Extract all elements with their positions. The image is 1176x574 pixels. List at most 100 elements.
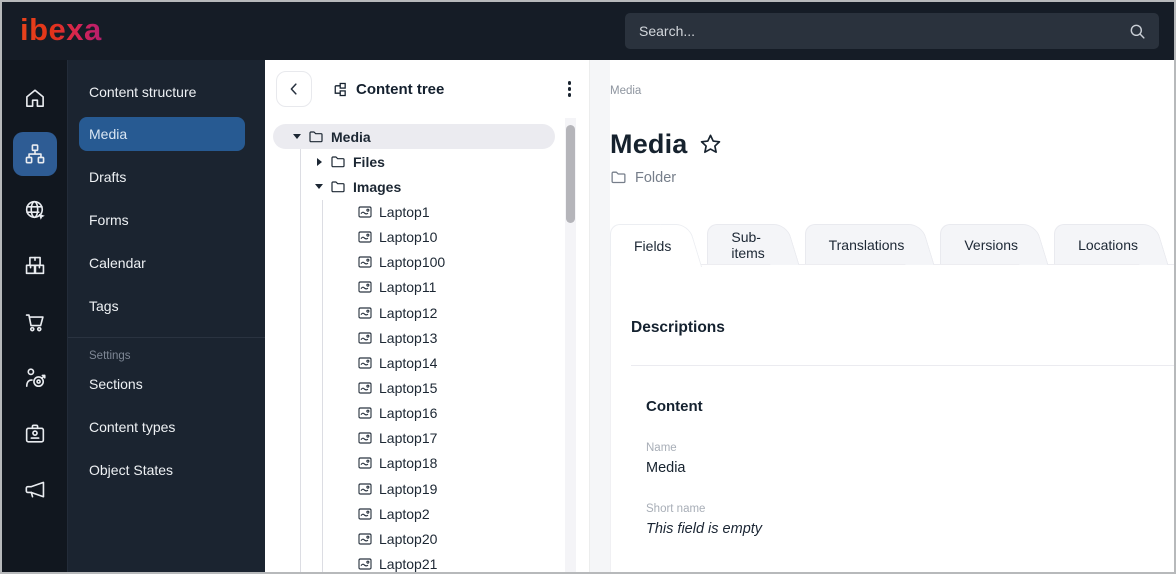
tree-item-image[interactable]: Laptop19: [273, 476, 555, 501]
tree-scrollbar-track[interactable]: [565, 118, 576, 572]
image-icon: [357, 481, 373, 497]
home-icon[interactable]: [13, 76, 57, 120]
field-value: Media: [646, 460, 686, 476]
search-input[interactable]: [639, 23, 1128, 39]
tree-item-image[interactable]: Laptop100: [273, 250, 555, 275]
tree-item-image[interactable]: Laptop12: [273, 300, 555, 325]
content-type-row: Folder: [610, 169, 1174, 186]
sidebar-item-sections[interactable]: Sections: [68, 366, 265, 401]
sidebar-item-media[interactable]: Media: [79, 117, 245, 151]
tree-item-image[interactable]: Laptop17: [273, 426, 555, 451]
chevron-left-icon: [290, 83, 297, 95]
sidebar-item-content-structure[interactable]: Content structure: [68, 74, 265, 109]
image-icon: [357, 279, 373, 295]
image-icon: [357, 506, 373, 522]
breadcrumb[interactable]: Media: [610, 60, 1174, 97]
content-tree: Media Files Images Laptop1 Laptop10 Lapt…: [265, 118, 589, 572]
field-short-name: Short name This field is empty: [646, 503, 1154, 537]
image-icon: [357, 380, 373, 396]
content-type-label: Folder: [635, 169, 677, 186]
caret-down-icon[interactable]: [314, 184, 324, 190]
sidebar-item-content-types[interactable]: Content types: [68, 409, 265, 444]
tree-item-image[interactable]: Laptop13: [273, 325, 555, 350]
caret-right-icon[interactable]: [314, 157, 324, 166]
tree-item-files[interactable]: Files: [273, 149, 555, 174]
field-value-empty: This field is empty: [646, 521, 763, 537]
image-icon: [357, 455, 373, 471]
image-icon: [357, 556, 373, 572]
tree-item-media[interactable]: Media: [273, 124, 555, 150]
collapse-tree-button[interactable]: [276, 71, 312, 107]
field-label: Short name: [646, 503, 706, 515]
tree-scrollbar-thumb[interactable]: [566, 125, 575, 223]
bookmark-star-icon[interactable]: [698, 132, 723, 157]
image-icon: [357, 305, 373, 321]
tree-item-image[interactable]: Laptop2: [273, 501, 555, 526]
tab-bar: Fields Sub-items Translations Versions L…: [610, 220, 1174, 266]
page-title: Media: [610, 129, 688, 159]
icon-rail: [2, 60, 67, 572]
app-window: ibexa Search... Content structure Media …: [0, 0, 1176, 574]
tree-item-image[interactable]: Laptop15: [273, 375, 555, 400]
tree-item-image[interactable]: Laptop18: [273, 451, 555, 476]
image-icon: [357, 430, 373, 446]
tab-locations[interactable]: Locations: [1054, 224, 1142, 264]
section-divider: [631, 365, 1174, 366]
commerce-cart-icon[interactable]: [13, 300, 57, 344]
ibexa-logo[interactable]: ibexa: [20, 14, 102, 49]
folder-icon: [330, 154, 346, 170]
admin-badge-icon[interactable]: [13, 412, 57, 456]
content-tree-panel: Content tree Media Files Images Laptop1 …: [265, 60, 590, 572]
group-heading: Content: [646, 398, 703, 415]
sidebar-item-object-states[interactable]: Object States: [68, 452, 265, 487]
sidebar-menu: Content structure Media Drafts Forms Cal…: [67, 60, 265, 572]
promotions-megaphone-icon[interactable]: [13, 468, 57, 512]
top-bar: ibexa: [2, 2, 1174, 60]
fields-tab-panel: Descriptions Content Name Media Short na…: [610, 264, 1174, 572]
field-name: Name Media: [646, 442, 1154, 476]
tab-fields[interactable]: Fields: [610, 224, 676, 266]
settings-section-label: Settings: [89, 350, 131, 362]
image-icon: [357, 355, 373, 371]
caret-down-icon[interactable]: [292, 134, 302, 140]
folder-icon: [330, 179, 346, 195]
main-content: Media Media Folder Fields Sub-items Tran: [610, 60, 1174, 572]
sidebar-item-calendar[interactable]: Calendar: [68, 245, 265, 280]
global-search[interactable]: [625, 13, 1159, 49]
tab-translations[interactable]: Translations: [804, 224, 909, 264]
tree-icon: [334, 82, 346, 96]
tree-item-image[interactable]: Laptop10: [273, 225, 555, 250]
content-structure-icon[interactable]: [12, 132, 57, 176]
sidebar-item-tags[interactable]: Tags: [68, 288, 265, 323]
tab-sub-items[interactable]: Sub-items: [707, 224, 773, 264]
content-tree-title: Content tree: [331, 81, 444, 98]
tree-item-image[interactable]: Laptop20: [273, 526, 555, 551]
folder-icon: [308, 129, 324, 145]
tree-item-images[interactable]: Images: [273, 174, 555, 199]
sidebar-item-drafts[interactable]: Drafts: [68, 159, 265, 194]
field-label: Name: [646, 442, 677, 454]
section-heading: Descriptions: [631, 319, 725, 336]
sidebar-item-forms[interactable]: Forms: [68, 202, 265, 237]
image-icon: [357, 531, 373, 547]
search-icon[interactable]: [1128, 22, 1147, 41]
image-icon: [357, 204, 373, 220]
site-globe-icon[interactable]: [13, 188, 57, 232]
personalization-target-icon[interactable]: [13, 356, 57, 400]
panel-gutter: [590, 60, 610, 572]
tree-options-kebab-icon[interactable]: [564, 75, 576, 103]
tree-item-image[interactable]: Laptop1: [273, 199, 555, 224]
products-boxes-icon[interactable]: [13, 244, 57, 288]
image-icon: [357, 330, 373, 346]
content-tree-header: Content tree: [265, 60, 589, 118]
menu-divider: [68, 337, 265, 338]
image-icon: [357, 254, 373, 270]
tree-item-image[interactable]: Laptop21: [273, 551, 555, 572]
tab-versions[interactable]: Versions: [940, 224, 1023, 264]
folder-icon: [610, 169, 627, 186]
tree-item-image[interactable]: Laptop14: [273, 350, 555, 375]
image-icon: [357, 405, 373, 421]
tree-item-image[interactable]: Laptop16: [273, 401, 555, 426]
image-icon: [357, 229, 373, 245]
tree-item-image[interactable]: Laptop11: [273, 275, 555, 300]
